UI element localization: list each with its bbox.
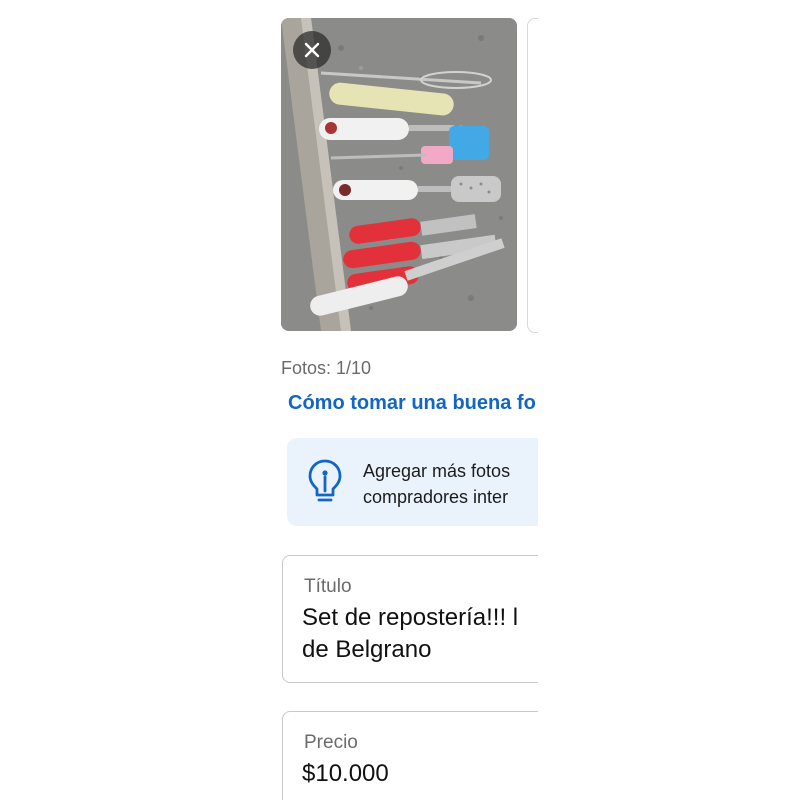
price-value: $10.000 — [302, 760, 389, 787]
next-photo-slot[interactable] — [527, 18, 538, 333]
photo-count: Fotos: 1/10 — [281, 358, 372, 378]
close-icon — [304, 42, 320, 58]
title-field[interactable]: Título Set de repostería!!! l de Belgran… — [282, 555, 538, 683]
tip-text-line-2: compradores inter — [363, 487, 509, 507]
lightbulb-icon — [308, 459, 342, 502]
listing-editor: Fotos: 1/10 Cómo tomar una buena fo Agre… — [0, 0, 538, 800]
price-label: Precio — [304, 732, 358, 753]
tip-text-line-1: Agregar más fotos — [363, 461, 511, 481]
remove-photo-button[interactable] — [293, 31, 331, 69]
title-value-line-1: Set de repostería!!! l — [302, 604, 519, 631]
tip-text: Agregar más fotos compradores inter — [363, 458, 510, 510]
title-value-line-2: de Belgrano — [302, 636, 432, 663]
title-label: Título — [304, 576, 352, 597]
price-field[interactable]: Precio $10.000 — [282, 711, 538, 800]
photo-tips-link[interactable]: Cómo tomar una buena fo — [288, 392, 536, 415]
